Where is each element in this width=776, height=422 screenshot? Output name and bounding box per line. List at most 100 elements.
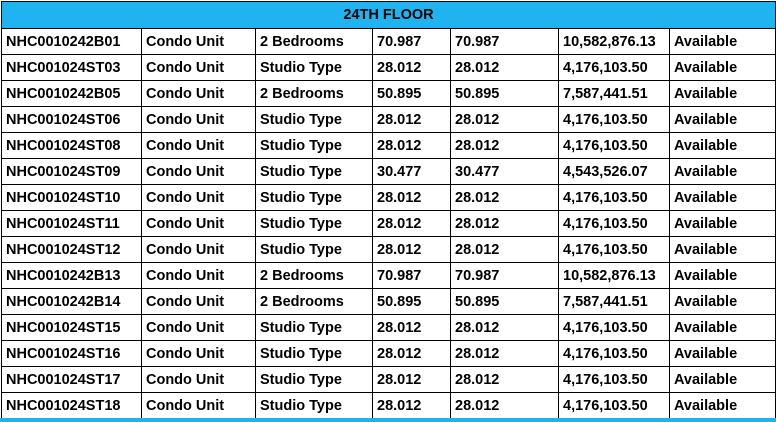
unit-code-cell: NHC001024ST12 (1, 236, 142, 263)
total-area-cell: 28.012 (450, 236, 559, 263)
unit-code-cell: NHC001024ST11 (1, 210, 142, 237)
unit-code-cell: NHC0010242B05 (1, 80, 142, 107)
unit-code-cell: NHC001024ST08 (1, 132, 142, 159)
unit-code-cell: NHC001024ST16 (1, 340, 142, 367)
unit-category-cell: Condo Unit (141, 54, 256, 81)
floor-area-cell: 28.012 (372, 184, 451, 211)
status-cell: Available (668, 210, 776, 237)
floor-header-cell: 24TH FLOOR (0, 1, 776, 29)
table-row: NHC001024ST09 Condo Unit Studio Type 30.477… (1, 158, 776, 185)
table-row: NHC001024ST06 Condo Unit Studio Type 28.012… (1, 106, 776, 133)
table-row: NHC0010242B13 Condo Unit 2 Bedrooms 70.987 7… (1, 262, 776, 289)
status-cell: Available (668, 158, 776, 185)
table-row: NHC001024ST15 Condo Unit Studio Type 28.012… (1, 314, 776, 341)
unit-category-cell: Condo Unit (141, 210, 256, 237)
price-cell: 4,176,103.50 (558, 340, 670, 367)
status-cell: Available (668, 366, 776, 393)
unit-code-cell: NHC001024ST03 (1, 54, 142, 81)
status-cell: Available (668, 80, 776, 107)
unit-code-cell: NHC0010242B13 (1, 262, 142, 289)
total-area-cell: 50.895 (450, 288, 559, 315)
unit-type-cell: 2 Bedrooms (255, 28, 373, 55)
floor-area-cell: 28.012 (372, 392, 451, 419)
status-cell: Available (668, 132, 776, 159)
table-row: NHC0010242B14 Condo Unit 2 Bedrooms 50.895 5… (1, 288, 776, 315)
price-cell: 7,587,441.51 (558, 288, 670, 315)
status-cell: Available (668, 106, 776, 133)
status-cell: Available (668, 54, 776, 81)
unit-inventory-table: 24TH FLOOR NHC0010242B01 Condo Unit 2 Bedr… (0, 1, 776, 419)
unit-code-cell: NHC001024ST15 (1, 314, 142, 341)
total-area-cell: 28.012 (450, 340, 559, 367)
price-cell: 4,176,103.50 (558, 392, 670, 419)
table-row: NHC001024ST12 Condo Unit Studio Type 28.012… (1, 236, 776, 263)
unit-type-cell: Studio Type (255, 392, 373, 419)
table-row: NHC001024ST17 Condo Unit Studio Type 28.012… (1, 366, 776, 393)
floor-area-cell: 28.012 (372, 106, 451, 133)
price-cell: 4,176,103.50 (558, 366, 670, 393)
status-cell: Available (668, 236, 776, 263)
unit-category-cell: Condo Unit (141, 80, 256, 107)
price-cell: 4,176,103.50 (558, 236, 670, 263)
price-cell: 4,176,103.50 (558, 106, 670, 133)
floor-area-cell: 70.987 (372, 262, 451, 289)
unit-type-cell: Studio Type (255, 158, 373, 185)
unit-code-cell: NHC0010242B14 (1, 288, 142, 315)
unit-category-cell: Condo Unit (141, 132, 256, 159)
unit-category-cell: Condo Unit (141, 288, 256, 315)
unit-type-cell: Studio Type (255, 314, 373, 341)
table-row: NHC001024ST10 Condo Unit Studio Type 28.012… (1, 184, 776, 211)
price-cell: 4,176,103.50 (558, 132, 670, 159)
table-row: NHC001024ST16 Condo Unit Studio Type 28.012… (1, 340, 776, 367)
total-area-cell: 28.012 (450, 54, 559, 81)
price-cell: 4,176,103.50 (558, 184, 670, 211)
table-row: NHC0010242B05 Condo Unit 2 Bedrooms 50.895 5… (1, 80, 776, 107)
unit-type-cell: 2 Bedrooms (255, 262, 373, 289)
status-cell: Available (668, 28, 776, 55)
total-area-cell: 28.012 (450, 184, 559, 211)
unit-type-cell: Studio Type (255, 184, 373, 211)
total-area-cell: 28.012 (450, 210, 559, 237)
total-area-cell: 50.895 (450, 80, 559, 107)
unit-code-cell: NHC001024ST18 (1, 392, 142, 419)
total-area-cell: 28.012 (450, 106, 559, 133)
unit-type-cell: 2 Bedrooms (255, 288, 373, 315)
unit-type-cell: 2 Bedrooms (255, 80, 373, 107)
unit-category-cell: Condo Unit (141, 158, 256, 185)
status-cell: Available (668, 340, 776, 367)
price-cell: 10,582,876.13 (558, 28, 670, 55)
price-cell: 4,176,103.50 (558, 54, 670, 81)
floor-area-cell: 28.012 (372, 54, 451, 81)
status-cell: Available (668, 392, 776, 419)
floor-area-cell: 50.895 (372, 288, 451, 315)
price-cell: 4,176,103.50 (558, 210, 670, 237)
unit-type-cell: Studio Type (255, 54, 373, 81)
unit-type-cell: Studio Type (255, 106, 373, 133)
table-row: NHC0010242B01 Condo Unit 2 Bedrooms 70.987 7… (1, 28, 776, 55)
table-row: NHC001024ST11 Condo Unit Studio Type 28.012… (1, 210, 776, 237)
unit-type-cell: Studio Type (255, 366, 373, 393)
unit-type-cell: Studio Type (255, 340, 373, 367)
unit-category-cell: Condo Unit (141, 314, 256, 341)
unit-category-cell: Condo Unit (141, 106, 256, 133)
unit-category-cell: Condo Unit (141, 262, 256, 289)
status-cell: Available (668, 262, 776, 289)
floor-area-cell: 70.987 (372, 28, 451, 55)
total-area-cell: 28.012 (450, 392, 559, 419)
status-cell: Available (668, 314, 776, 341)
total-area-cell: 28.012 (450, 132, 559, 159)
table-row: NHC001024ST18 Condo Unit Studio Type 28.012… (1, 392, 776, 419)
total-area-cell: 70.987 (450, 28, 559, 55)
unit-type-cell: Studio Type (255, 132, 373, 159)
total-area-cell: 28.012 (450, 314, 559, 341)
status-cell: Available (668, 288, 776, 315)
unit-code-cell: NHC001024ST17 (1, 366, 142, 393)
total-area-cell: 70.987 (450, 262, 559, 289)
unit-category-cell: Condo Unit (141, 366, 256, 393)
unit-category-cell: Condo Unit (141, 340, 256, 367)
floor-header-row: 24TH FLOOR (0, 1, 776, 29)
floor-area-cell: 28.012 (372, 210, 451, 237)
total-area-cell: 30.477 (450, 158, 559, 185)
status-cell: Available (668, 184, 776, 211)
table-row: NHC001024ST03 Condo Unit Studio Type 28.012… (1, 54, 776, 81)
